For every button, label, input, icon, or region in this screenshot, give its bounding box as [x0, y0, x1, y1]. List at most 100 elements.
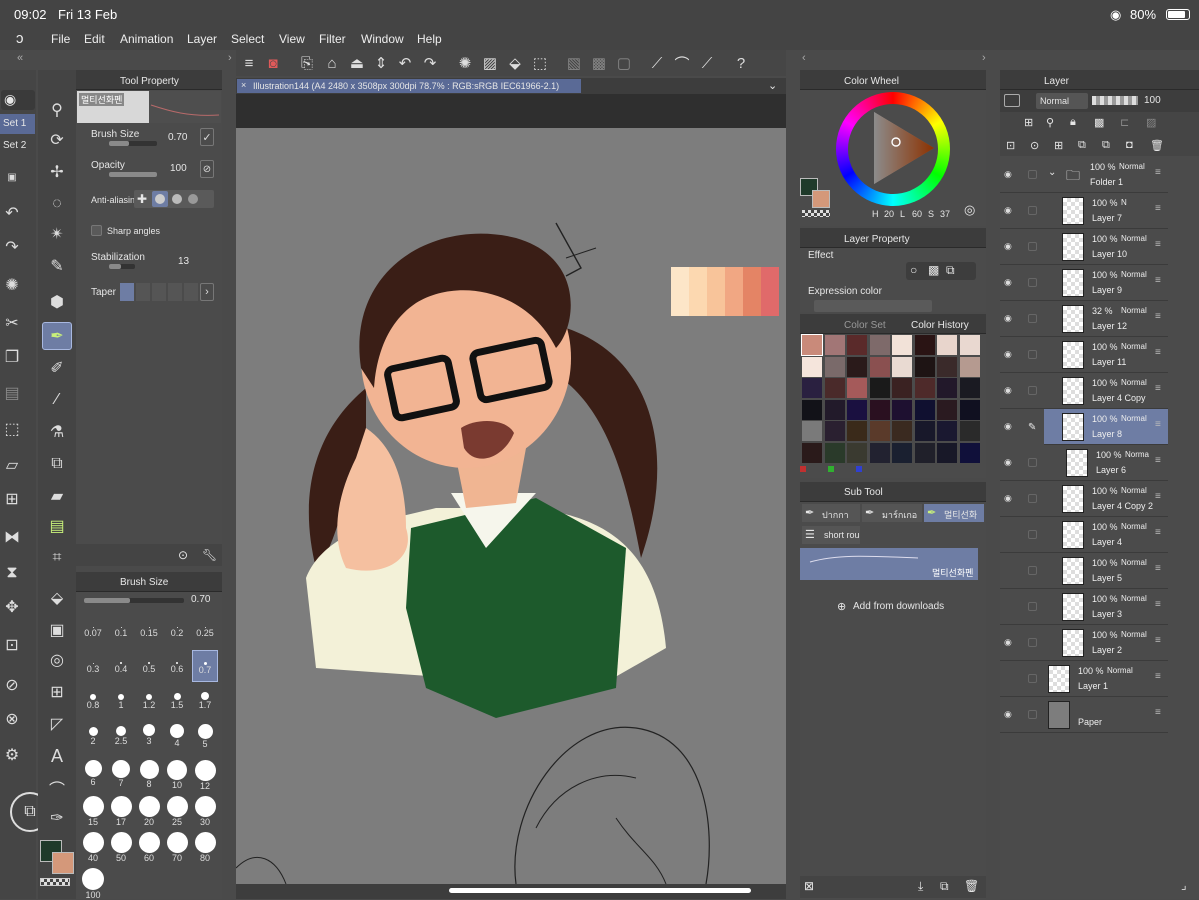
hue-ring[interactable] [836, 92, 950, 206]
add-from-downloads-link[interactable]: Add from downloads [853, 601, 944, 612]
free-transform-icon[interactable]: ▱ [3, 456, 21, 474]
brush-size-option[interactable]: 20 [136, 794, 162, 827]
frame-icon[interactable]: ⊞ [47, 682, 67, 702]
layer-menu-icon[interactable]: ≡ [1155, 311, 1161, 322]
brush-size-option[interactable]: 1.7 [192, 686, 218, 718]
color-swatch[interactable] [914, 378, 935, 398]
duplicate-icon[interactable]: ⧉ [940, 879, 949, 894]
set-2-tab[interactable]: Set 2 [0, 136, 35, 156]
color-swatch[interactable] [959, 378, 980, 398]
color-swatch[interactable] [802, 442, 822, 463]
home-indicator[interactable] [449, 888, 751, 893]
color-swatch[interactable] [824, 442, 845, 463]
color-mode-icon[interactable]: ◎ [964, 202, 975, 218]
open-icon[interactable]: ⌂ [321, 52, 343, 74]
color-swatch[interactable] [847, 421, 867, 441]
color-swatch[interactable] [847, 442, 867, 463]
brush-size-option[interactable]: 0.2 [164, 614, 190, 646]
layer-menu-icon[interactable]: ≡ [1155, 599, 1161, 610]
redo-icon[interactable]: ↷ [3, 238, 21, 256]
layer-menu-icon[interactable]: ≡ [1155, 671, 1161, 682]
layer-menu-icon[interactable]: ≡ [1155, 275, 1161, 286]
brush-size-slider[interactable] [109, 141, 157, 146]
gradient-icon[interactable]: ▣ [47, 620, 67, 640]
deselect-icon[interactable]: ▧ [563, 52, 585, 74]
loading-icon[interactable]: ✺ [3, 276, 21, 294]
lock-icon[interactable]: 🔒︎ [1070, 116, 1076, 129]
opacity-slider[interactable] [109, 172, 157, 177]
color-swatch[interactable] [892, 356, 912, 377]
layer-select-checkbox[interactable] [1028, 458, 1037, 467]
mask-icon[interactable]: ▨ [1146, 116, 1156, 129]
layer-menu-icon[interactable]: ≡ [1155, 707, 1161, 718]
visibility-eye-icon[interactable]: ◉ [1004, 709, 1016, 719]
magic-wand-icon[interactable]: ✴ [47, 224, 67, 244]
brush-size-option[interactable]: 60 [136, 830, 162, 863]
clip-icon[interactable]: ⊏ [1120, 116, 1129, 129]
layer-select-checkbox[interactable] [1028, 530, 1037, 539]
brush-size-option[interactable]: 80 [192, 830, 218, 863]
brush-size-option[interactable]: 30 [192, 794, 218, 827]
tool-selector[interactable]: ◉ [1, 90, 35, 110]
cloud-icon[interactable]: ◙ [262, 52, 284, 74]
reference-layer-icon[interactable]: ⊞ [1024, 116, 1033, 129]
sub-tool-tab-multiline[interactable]: ✒ 멀티선화 [924, 504, 984, 522]
layer-menu-icon[interactable]: ≡ [1155, 491, 1161, 502]
menu-view[interactable]: View [279, 32, 305, 46]
stabilization-slider[interactable] [109, 264, 135, 269]
move-icon[interactable]: ✢ [47, 162, 67, 182]
pencil-icon[interactable]: ✐ [47, 358, 67, 378]
color-swatch[interactable] [847, 335, 867, 355]
color-swatch[interactable] [937, 356, 957, 377]
brush-size-option[interactable]: 0.8 [80, 686, 106, 718]
menu-window[interactable]: Window [361, 32, 404, 46]
menu-animation[interactable]: Animation [120, 32, 173, 46]
color-swatch[interactable] [869, 378, 890, 398]
layer-select-checkbox[interactable] [1028, 314, 1037, 323]
visibility-eye-icon[interactable]: ◉ [1004, 241, 1016, 251]
layer-menu-icon[interactable]: ≡ [1155, 635, 1161, 646]
sub-tool-tab-pen[interactable]: ✒ ปากกา [802, 504, 860, 522]
move-layer-icon[interactable]: ✥ [3, 598, 21, 616]
layer-opacity-slider[interactable] [1092, 96, 1138, 105]
canvas-tab[interactable]: × Illustration144 (A4 2480 x 3508px 300d… [237, 79, 581, 93]
opacity-toggle-icon[interactable]: ⊘ [200, 160, 214, 178]
clear-icon[interactable]: ▨ [479, 52, 501, 74]
brush-size-option[interactable]: 17 [108, 794, 134, 827]
color-swatch[interactable] [802, 421, 822, 441]
brush-size-option[interactable]: 0.1 [108, 614, 134, 646]
brush-size-option[interactable]: 0.15 [136, 614, 162, 646]
new-folder-icon[interactable]: ⊞ [1054, 139, 1063, 152]
app-logo-icon[interactable]: ↄ [16, 30, 24, 47]
color-swatch[interactable] [914, 356, 935, 377]
import-icon[interactable]: ⤓ [918, 879, 923, 894]
brush-size-option[interactable]: 0.7 [192, 650, 218, 682]
brush-size-option[interactable]: 1.2 [136, 686, 162, 718]
brush-size-option[interactable]: 2 [80, 722, 106, 754]
menu-layer[interactable]: Layer [187, 32, 217, 46]
brush-size-option[interactable]: 3 [136, 722, 162, 754]
pen-tool-button[interactable]: ✒ [42, 322, 72, 350]
layer-select-checkbox[interactable] [1028, 566, 1037, 575]
perspective-icon[interactable]: ⟋ [696, 52, 718, 74]
menu-edit[interactable]: Edit [84, 32, 105, 46]
transform-icon[interactable]: ⬚ [3, 420, 21, 438]
color-swatch[interactable] [959, 421, 980, 441]
menu-filter[interactable]: Filter [319, 32, 346, 46]
color-swatch[interactable] [937, 421, 957, 441]
tone-effect-icon[interactable]: ▩ [928, 263, 939, 277]
brush-size-option[interactable]: 0.4 [108, 650, 134, 682]
collapse-right-icon[interactable]: ‹ [802, 52, 806, 64]
selection-icon[interactable]: ⊡ [3, 636, 21, 654]
spinner-icon[interactable]: ✺ [454, 52, 476, 74]
visibility-eye-icon[interactable]: ◉ [1004, 637, 1016, 647]
visibility-eye-icon[interactable]: ◉ [1004, 277, 1016, 287]
layer-menu-icon[interactable]: ≡ [1155, 383, 1161, 394]
color-set-tab[interactable]: Color Set [844, 320, 886, 331]
special-ruler-icon[interactable]: ⌒ [671, 52, 693, 74]
brush-size-option[interactable]: 40 [80, 830, 106, 863]
color-swatch[interactable] [847, 399, 867, 420]
expand-icon[interactable]: ⇕ [370, 52, 392, 74]
color-swatch[interactable] [824, 421, 845, 441]
color-swatch[interactable] [937, 335, 957, 355]
